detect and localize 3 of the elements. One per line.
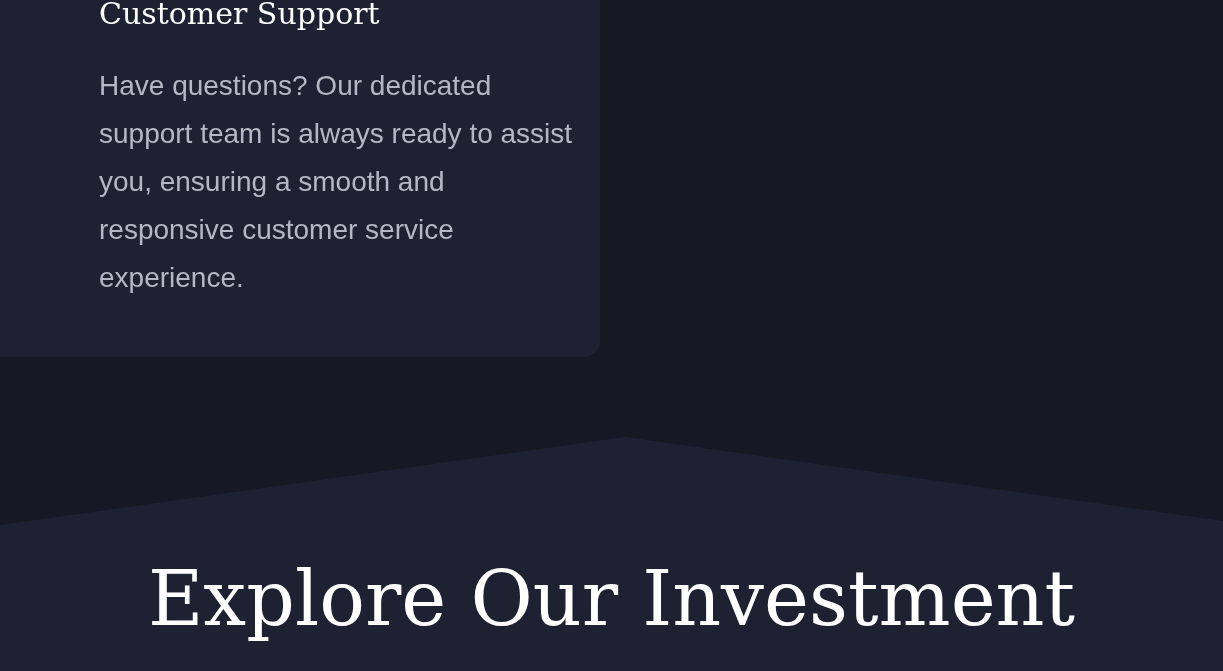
card-title: Customer Support <box>99 0 380 32</box>
section-heading: Explore Our Investment <box>147 553 1076 645</box>
card-description: Have questions? Our dedicated support team is always ready to assist you, ensuring a smooth and responsive customer service experience. <box>99 69 574 295</box>
